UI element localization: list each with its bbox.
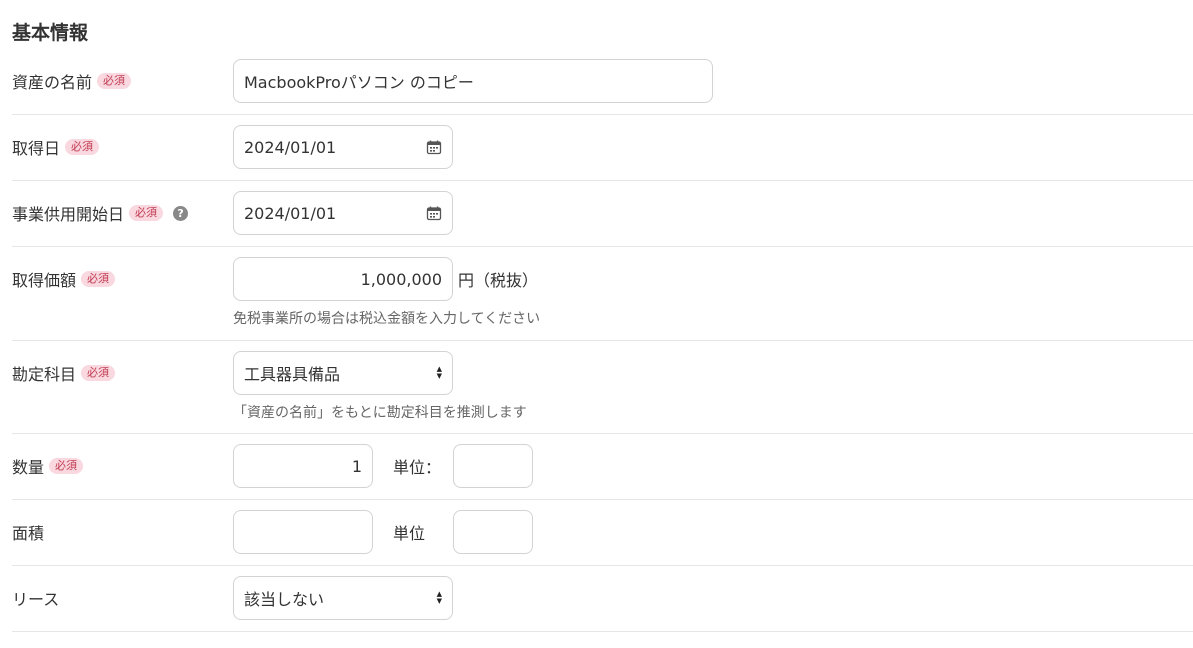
quantity-unit-label: 単位： [393, 458, 442, 477]
field-label-asset-name: 資産の名前 必須 [12, 59, 132, 103]
acquisition-date-value: 2024/01/01 [244, 137, 337, 157]
calendar-icon[interactable] [426, 205, 442, 221]
label-text: リース [12, 590, 60, 609]
account-item-hint: 「資産の名前」をもとに勘定科目を推測します [233, 405, 527, 421]
label-text: 事業供用開始日 [12, 205, 125, 224]
account-item-select[interactable]: 工具器具備品 ▲ ▼ [233, 351, 453, 395]
field-label-service-start-date: 事業供用開始日 必須 ? [12, 191, 189, 235]
acquisition-date-input[interactable]: 2024/01/01 [233, 125, 453, 169]
label-text: 面積 [12, 524, 45, 543]
required-badge: 必須 [97, 73, 132, 89]
service-start-date-value: 2024/01/01 [244, 203, 337, 223]
calendar-icon[interactable] [426, 139, 442, 155]
asset-name-input[interactable]: MacbookProパソコン のコピー [233, 59, 713, 103]
required-badge: 必須 [129, 205, 164, 221]
field-label-quantity: 数量 必須 [12, 444, 84, 488]
area-input[interactable] [233, 510, 373, 554]
required-badge: 必須 [65, 139, 100, 155]
required-badge: 必須 [81, 365, 116, 381]
price-unit-label: 円（税抜） [458, 271, 539, 290]
field-label-account-item: 勘定科目 必須 [12, 351, 116, 395]
form-row-account-item: 勘定科目 必須 工具器具備品 ▲ ▼ 「資産の名前」をもとに勘定科目を推測します [12, 351, 1193, 434]
field-label-lease: リース [12, 576, 59, 620]
lease-select[interactable]: 該当しない ▲ ▼ [233, 576, 453, 620]
quantity-input[interactable]: 1 [233, 444, 373, 488]
select-arrows-icon: ▲ ▼ [436, 365, 442, 380]
lease-value: 該当しない [244, 590, 325, 609]
acquisition-price-hint: 免税事業所の場合は税込金額を入力してください [233, 311, 541, 327]
label-text: 数量 [12, 458, 45, 477]
form-row-quantity: 数量 必須 1 単位： [12, 444, 1193, 500]
area-unit-input[interactable] [453, 510, 533, 554]
label-text: 資産の名前 [12, 73, 93, 92]
quantity-value: 1 [351, 456, 362, 476]
account-item-value: 工具器具備品 [244, 365, 341, 384]
select-arrows-icon: ▲ ▼ [436, 590, 442, 605]
quantity-unit-input[interactable] [453, 444, 533, 488]
label-text: 取得日 [12, 139, 61, 158]
label-text: 勘定科目 [12, 365, 77, 384]
field-label-acquisition-date: 取得日 必須 [12, 125, 100, 169]
acquisition-price-value: 1,000,000 [360, 269, 442, 289]
form-row-asset-name: 資産の名前 必須 MacbookProパソコン のコピー [12, 59, 1193, 115]
form-row-area: 面積 単位 [12, 510, 1193, 566]
section-title: 基本情報 [12, 22, 89, 44]
service-start-date-input[interactable]: 2024/01/01 [233, 191, 453, 235]
form-row-acquisition-price: 取得価額 必須 1,000,000 円（税抜） 免税事業所の場合は税込金額を入力… [12, 257, 1193, 341]
form-row-service-start-date: 事業供用開始日 必須 ? 2024/01/01 [12, 191, 1193, 247]
label-text: 取得価額 [12, 271, 77, 290]
field-label-area: 面積 [12, 510, 44, 554]
field-label-acquisition-price: 取得価額 必須 [12, 257, 116, 301]
form-row-acquisition-date: 取得日 必須 2024/01/01 [12, 125, 1193, 181]
acquisition-price-input[interactable]: 1,000,000 [233, 257, 453, 301]
help-icon[interactable]: ? [173, 205, 189, 221]
required-badge: 必須 [81, 271, 116, 287]
asset-name-value: MacbookProパソコン のコピー [244, 73, 474, 92]
area-unit-label: 単位 [393, 524, 426, 543]
form-row-lease: リース 該当しない ▲ ▼ [12, 576, 1193, 632]
required-badge: 必須 [49, 458, 84, 474]
